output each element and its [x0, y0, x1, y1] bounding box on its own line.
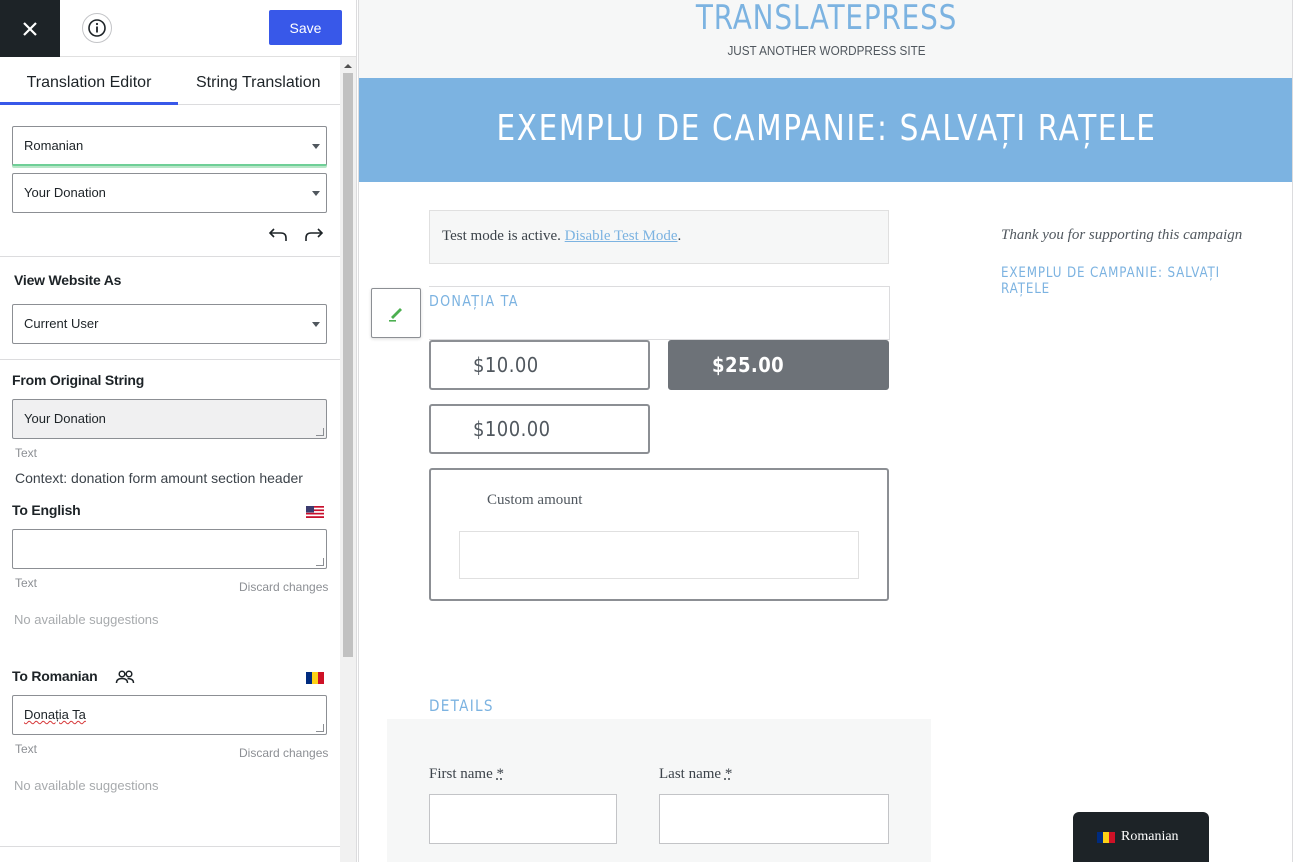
sidebar-scrollbar[interactable] [340, 57, 356, 862]
redo-icon[interactable] [304, 226, 324, 244]
custom-amount-option[interactable]: Custom amount [429, 468, 889, 601]
campaign-title: EXEMPLU DE CAMPANIE: SALVAȚI RAȚELE [496, 108, 1157, 149]
scroll-up-arrow-icon[interactable] [340, 60, 356, 72]
romanian-translation-value: Donația Ta [24, 707, 86, 722]
original-string-value: Your Donation [24, 411, 106, 426]
resize-grip-icon [316, 428, 324, 436]
section-divider [0, 256, 340, 257]
campaign-banner: EXEMPLU DE CAMPANIE: SALVAȚI RAȚELE [359, 78, 1292, 182]
resize-grip-icon [316, 558, 324, 566]
test-mode-text: Test mode is active. [442, 228, 561, 244]
site-tagline: JUST ANOTHER WORDPRESS SITE [727, 43, 926, 58]
tab-string-translation[interactable]: String Translation [196, 57, 336, 105]
required-mark: * [724, 766, 733, 782]
original-type-label: Text [15, 446, 38, 460]
romanian-discard-changes-link[interactable]: Discard changes [239, 746, 328, 760]
last-name-label-text: Last name [659, 766, 722, 782]
test-mode-suffix: . [677, 228, 682, 244]
disable-test-mode-link[interactable]: Disable Test Mode [565, 228, 678, 244]
custom-amount-label: Custom amount [487, 492, 583, 508]
chevron-down-icon [312, 144, 320, 149]
amount-option-label: $100.00 [473, 417, 551, 441]
website-preview: TRANSLATEPRESS JUST ANOTHER WORDPRESS SI… [358, 0, 1293, 862]
language-select-value: Romanian [24, 138, 84, 153]
undo-icon[interactable] [268, 226, 288, 244]
language-switcher[interactable]: Romanian [1073, 812, 1209, 862]
chevron-down-icon [312, 322, 320, 327]
romania-flag-icon [306, 672, 324, 684]
view-as-select[interactable]: Current User [12, 304, 327, 344]
english-no-suggestions: No available suggestions [14, 612, 159, 627]
editor-topbar: Save [0, 0, 356, 57]
required-mark: * [496, 766, 505, 782]
view-as-label: View Website As [14, 272, 122, 288]
romania-flag-icon [1097, 831, 1115, 843]
translation-editor-sidebar: Save Translation Editor String Translati… [0, 0, 357, 862]
resize-grip-icon [316, 724, 324, 732]
to-romanian-label: To Romanian [12, 668, 98, 684]
save-button[interactable]: Save [269, 10, 342, 45]
language-switcher-label: Romanian [1121, 829, 1179, 844]
romanian-translation-input[interactable]: Donația Ta [12, 695, 327, 735]
details-heading: DETAILS [429, 696, 494, 715]
string-select-value: Your Donation [24, 185, 106, 200]
close-editor-button[interactable] [0, 0, 60, 57]
pencil-icon [389, 308, 402, 322]
scrollbar-thumb[interactable] [343, 73, 353, 657]
romanian-no-suggestions: No available suggestions [14, 778, 159, 793]
string-select[interactable]: Your Donation [12, 173, 327, 213]
test-mode-notice: Test mode is active. Disable Test Mode. [429, 210, 889, 264]
edit-translation-pencil-button[interactable] [371, 288, 421, 338]
first-name-input[interactable] [429, 794, 617, 844]
last-name-label: Last name * [659, 766, 732, 783]
amount-option-label: $10.00 [473, 353, 539, 377]
info-icon [88, 19, 106, 37]
from-original-label: From Original String [12, 372, 145, 388]
chevron-down-icon [312, 191, 320, 196]
people-icon[interactable] [115, 669, 135, 685]
section-divider [0, 846, 340, 847]
view-as-select-value: Current User [24, 316, 99, 331]
original-context: Context: donation form amount section he… [15, 470, 303, 486]
first-name-label: First name * [429, 766, 504, 783]
english-type-label: Text [15, 576, 38, 590]
info-button[interactable] [82, 13, 112, 43]
english-translation-input[interactable] [12, 529, 327, 569]
english-discard-changes-link[interactable]: Discard changes [239, 580, 328, 594]
amount-option-100[interactable]: $100.00 [429, 404, 650, 454]
us-flag-icon [306, 506, 324, 518]
donation-section-heading[interactable]: DONAȚIA TA [429, 292, 519, 310]
site-title[interactable]: TRANSLATEPRESS [443, 0, 1210, 38]
romanian-type-label: Text [15, 742, 38, 756]
original-string-field: Your Donation [12, 399, 327, 439]
editor-tabs: Translation Editor String Translation [0, 57, 340, 105]
to-english-label: To English [12, 502, 81, 518]
widget-campaign-link[interactable]: EXEMPLU DE CAMPANIE: SALVAȚI RAȚELE [1001, 265, 1248, 297]
section-divider [0, 359, 340, 360]
amount-option-label: $25.00 [712, 353, 785, 377]
amount-option-25-selected[interactable]: $25.00 [668, 340, 889, 390]
first-name-label-text: First name [429, 766, 493, 782]
last-name-input[interactable] [659, 794, 889, 844]
widget-thank-you-text: Thank you for supporting this campaign [1001, 227, 1243, 243]
close-icon [23, 21, 37, 36]
custom-amount-input[interactable] [459, 531, 859, 579]
amount-option-10[interactable]: $10.00 [429, 340, 650, 390]
language-select[interactable]: Romanian [12, 126, 327, 166]
tab-translation-editor[interactable]: Translation Editor [0, 57, 178, 105]
site-header: TRANSLATEPRESS JUST ANOTHER WORDPRESS SI… [359, 0, 1292, 78]
